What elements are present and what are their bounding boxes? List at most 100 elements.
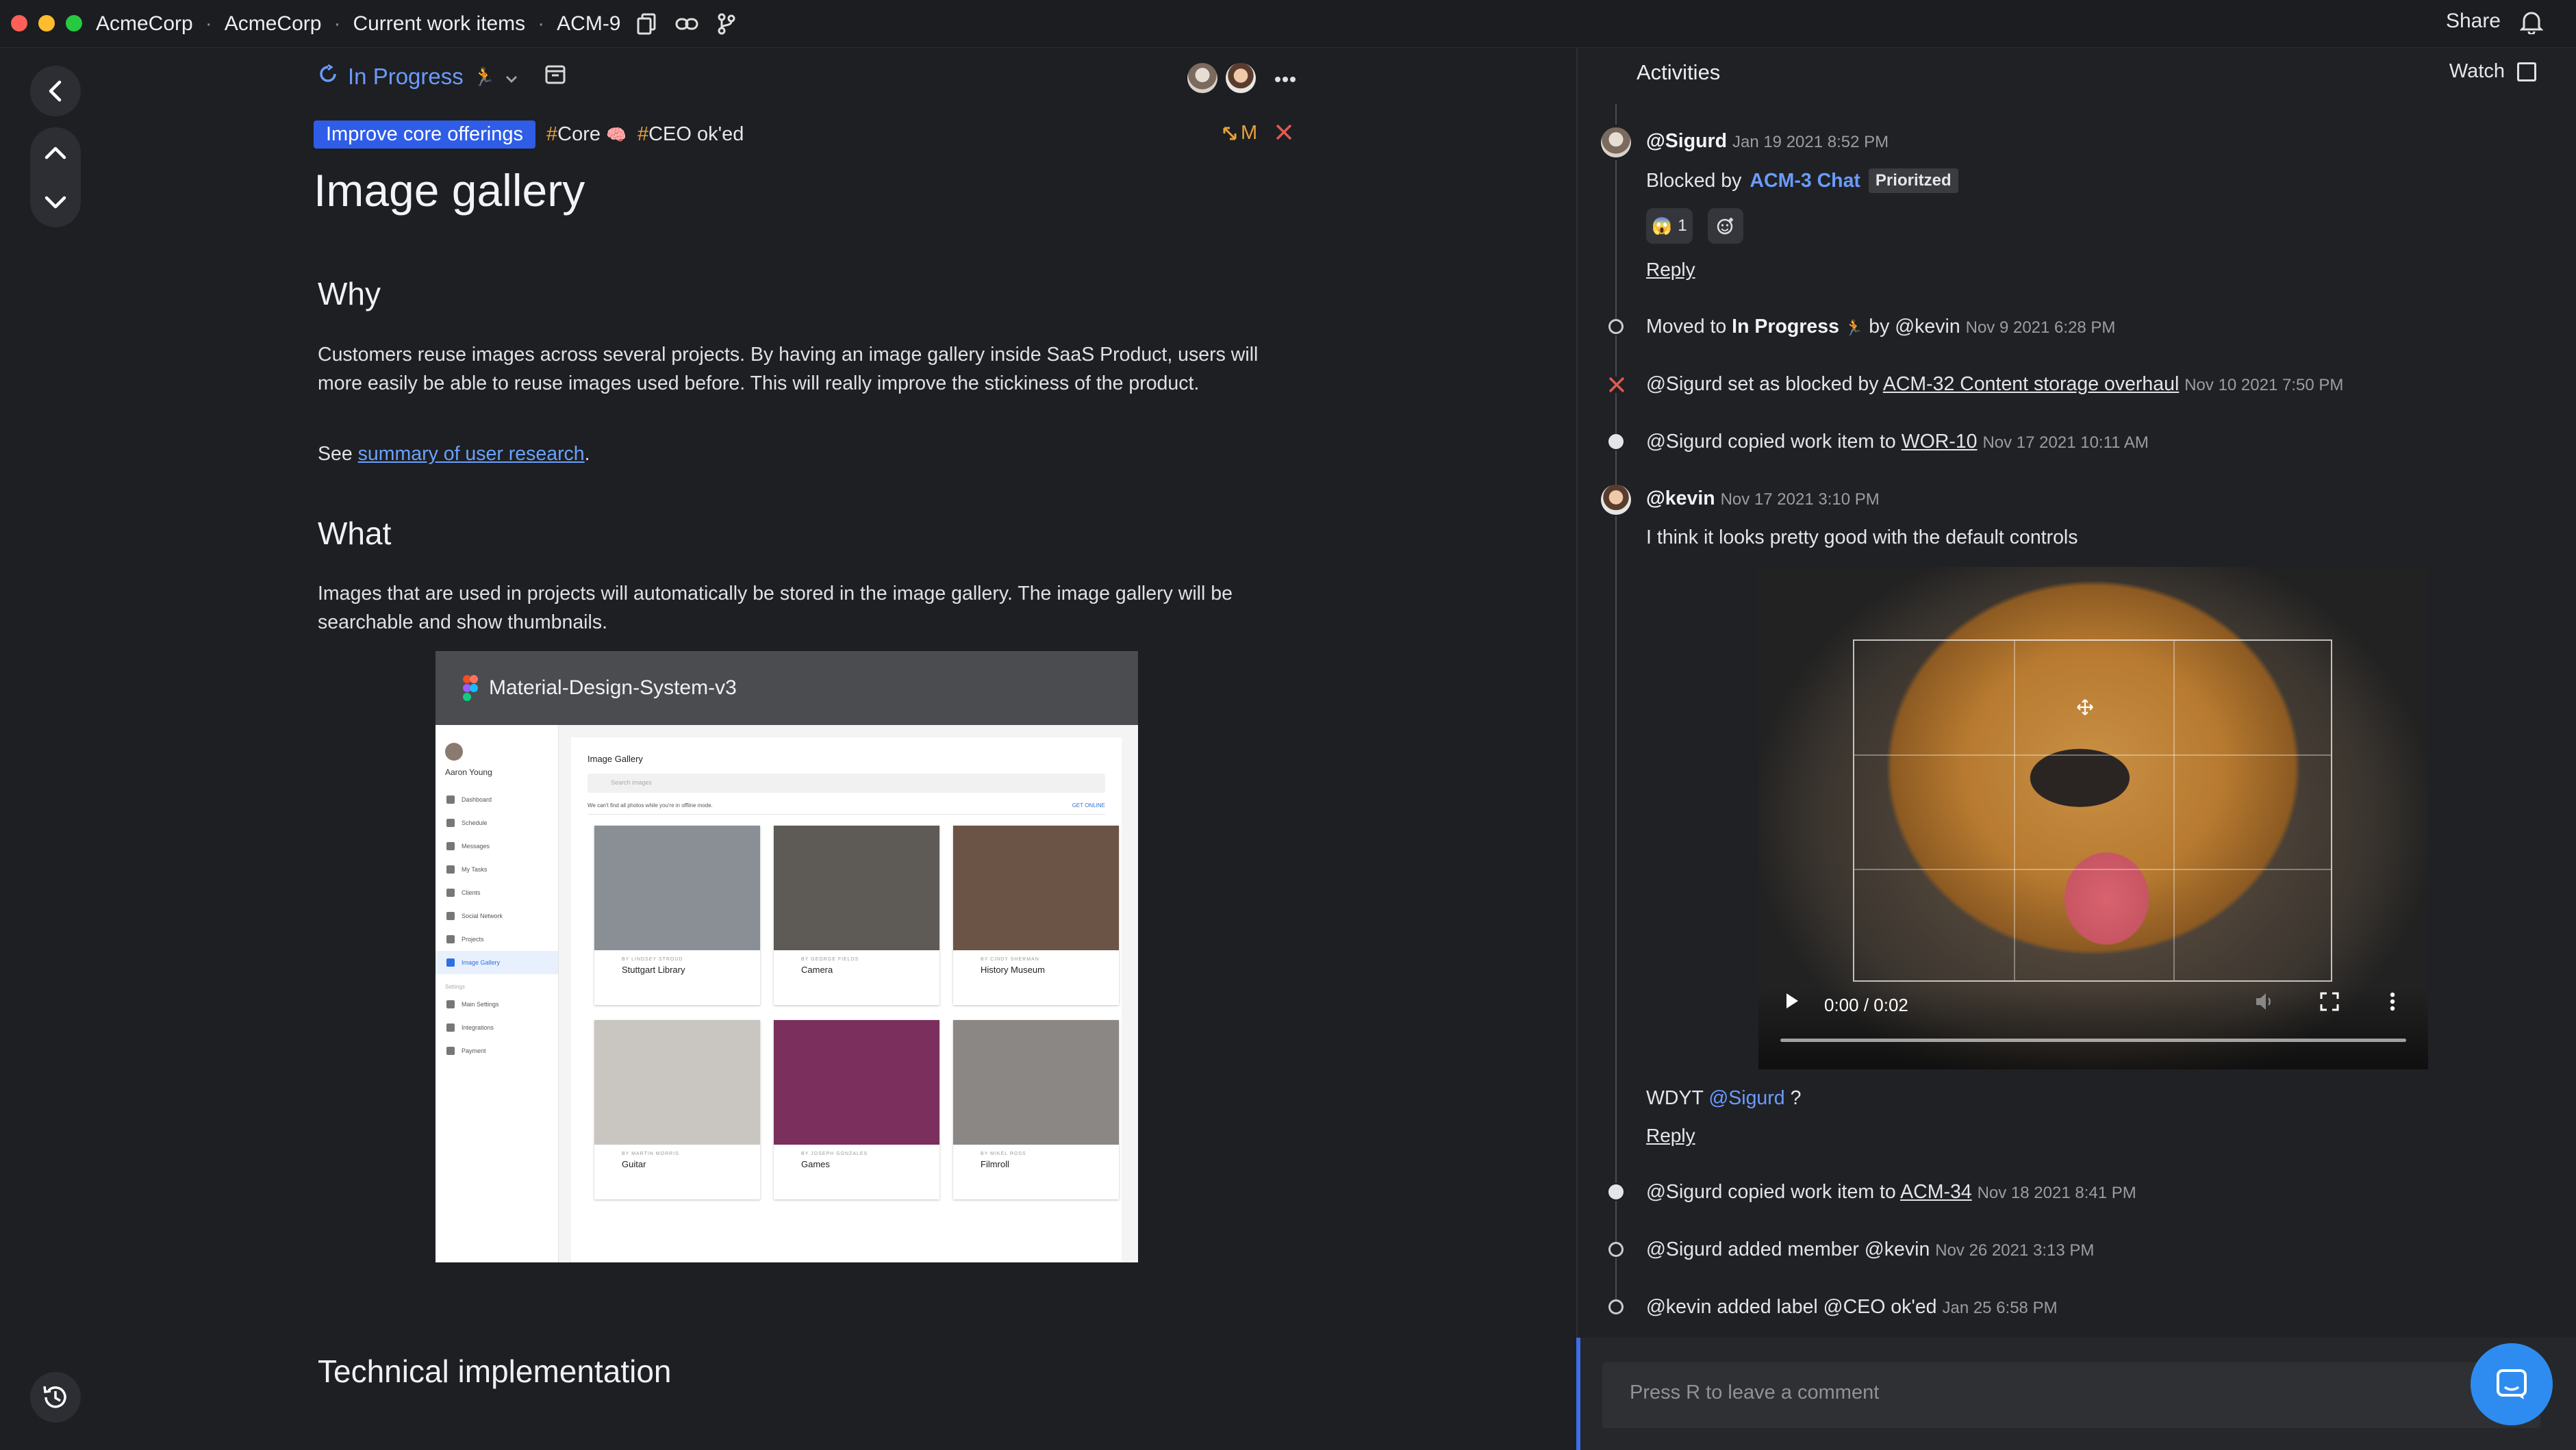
gallery-card: BY JOSEPH GONZALES Games [774, 1020, 939, 1199]
video-time: 0:00 / 0:02 [1824, 995, 1908, 1015]
comment-author[interactable]: @kevin [1646, 487, 1715, 509]
gallery-card-image [953, 826, 1119, 950]
issue-link[interactable]: ACM-32 Content storage overhaul [1883, 373, 2179, 395]
copy-icon[interactable] [633, 10, 661, 38]
more-options-icon[interactable] [1275, 74, 1296, 86]
label-core[interactable]: #Core 🧠 [546, 123, 627, 146]
next-issue-button[interactable] [30, 177, 81, 227]
timeline-line [1615, 104, 1617, 125]
watch-toggle[interactable]: Watch [2449, 60, 2536, 83]
figma-settings-header: Settings [445, 984, 465, 990]
grid-line [2014, 641, 2015, 980]
status-label: In Progress [348, 64, 464, 89]
chevron-down-icon [505, 64, 518, 90]
avatar[interactable] [1226, 63, 1256, 93]
user-research-link[interactable]: summary of user research [358, 443, 585, 465]
link-icon[interactable] [673, 10, 700, 38]
minimize-window-button[interactable] [38, 15, 55, 31]
figma-page-title: Image Gallery [588, 754, 643, 764]
breadcrumb: AcmeCorp · AcmeCorp · Current work items… [96, 7, 740, 41]
figma-gallery-main: Image Gallery Search images We can't fin… [571, 737, 1122, 1262]
timeline-line [1615, 160, 1617, 319]
history-button[interactable] [30, 1372, 81, 1423]
notifications-bell-icon[interactable] [2519, 10, 2544, 38]
figma-nav-item: Messages [435, 835, 558, 858]
why-paragraph: Customers reuse images across several pr… [318, 344, 1259, 394]
add-emoji-icon [1717, 218, 1733, 235]
comment-author[interactable]: @Sigurd [1646, 130, 1727, 152]
assignee-avatars[interactable] [1187, 63, 1256, 93]
figma-nav-item: Clients [435, 881, 558, 904]
previous-issue-button[interactable] [30, 127, 81, 177]
gallery-card: BY LINDSEY STROUD Stuttgart Library [594, 826, 760, 1005]
label-ceo-oked[interactable]: #CEO ok'ed [637, 123, 744, 146]
project-label[interactable]: Improve core offerings [314, 120, 535, 149]
reaction-button[interactable]: 😱 1 [1646, 208, 1693, 244]
video-more-icon[interactable] [2390, 992, 2395, 1015]
reply-link[interactable]: Reply [1646, 1125, 1695, 1147]
timeline-line [1615, 1201, 1617, 1242]
git-branch-icon[interactable] [713, 10, 740, 38]
figma-user-name: Aaron Young [445, 767, 492, 777]
activity-text: @Sigurd added member @kevin [1646, 1238, 1930, 1260]
issue-link[interactable]: ACM-34 [1900, 1181, 1972, 1203]
comment-text: WDYT [1646, 1087, 1704, 1109]
labels-row: Improve core offerings #Core 🧠 #CEO ok'e… [314, 120, 744, 149]
issue-link[interactable]: WOR-10 [1902, 431, 1978, 453]
breadcrumb-item[interactable]: Current work items [353, 12, 525, 36]
close-window-button[interactable] [11, 15, 27, 31]
activity-copied-wor: @Sigurd copied work item to WOR-10 Nov 1… [1646, 431, 2149, 453]
activity-actor: by @kevin [1869, 316, 1960, 338]
avatar[interactable] [1601, 485, 1631, 515]
timestamp: Nov 17 2021 3:10 PM [1720, 490, 1880, 509]
volume-muted-icon[interactable] [2254, 992, 2275, 1015]
estimate-badge[interactable]: M [1222, 122, 1257, 144]
timeline-line [1615, 516, 1617, 1183]
chat-support-button[interactable] [2471, 1343, 2553, 1425]
video-player[interactable]: 0:00 / 0:02 [1758, 567, 2428, 1069]
video-progress-bar[interactable] [1780, 1039, 2406, 1042]
blocked-by-issue-link[interactable]: ACM-3 Chat [1750, 170, 1860, 192]
card-author: BY CINDY SHERMAN [981, 957, 1039, 962]
card-title: Stuttgart Library [622, 965, 685, 975]
estimate-label: M [1241, 122, 1258, 144]
status-emoji: 🏃 [1844, 319, 1864, 336]
reply-link[interactable]: Reply [1646, 259, 1695, 281]
avatar[interactable] [1601, 127, 1631, 157]
mention-link[interactable]: @Sigurd [1708, 1087, 1784, 1109]
play-icon[interactable] [1784, 992, 1800, 1013]
close-icon[interactable] [1275, 123, 1293, 144]
timeline-bullet [1608, 319, 1624, 334]
breadcrumb-separator: · [538, 12, 545, 35]
avatar[interactable] [1187, 63, 1217, 93]
comment-text: I think it looks pretty good with the de… [1646, 526, 2078, 548]
scream-emoji-icon: 😱 [1652, 216, 1673, 236]
crop-overlay[interactable] [1853, 639, 2332, 982]
figma-embed[interactable]: Material-Design-System-v3 Aaron Young Da… [435, 651, 1138, 1262]
status-selector[interactable]: In Progress 🏃 [318, 63, 566, 90]
what-paragraph: Images that are used in projects will au… [318, 583, 1233, 633]
watch-checkbox[interactable] [2517, 62, 2536, 81]
calendar-icon[interactable] [544, 63, 566, 90]
timestamp: Nov 17 2021 10:11 AM [1982, 433, 2149, 452]
grid-line [1854, 754, 2331, 756]
breadcrumb-item[interactable]: AcmeCorp [225, 12, 322, 36]
gallery-card: BY MIKEL ROSS Filmroll [953, 1020, 1119, 1199]
figma-nav-item: Dashboard [435, 788, 558, 811]
status-name: In Progress [1732, 316, 1839, 338]
back-button[interactable] [30, 66, 81, 116]
fullscreen-icon[interactable] [2320, 992, 2339, 1015]
breadcrumb-item[interactable]: ACM-9 [557, 12, 620, 36]
figma-nav-item: Projects [435, 928, 558, 951]
page-title[interactable]: Image gallery [314, 164, 585, 216]
share-button[interactable]: Share [2446, 10, 2501, 33]
breadcrumb-item[interactable]: AcmeCorp [96, 12, 193, 36]
figma-nav-item: My Tasks [435, 858, 558, 881]
add-reaction-button[interactable] [1708, 208, 1743, 244]
card-title: Camera [801, 965, 833, 975]
maximize-window-button[interactable] [66, 15, 82, 31]
move-handle-icon[interactable] [2076, 698, 2094, 720]
comment-input[interactable]: Press R to leave a comment [1602, 1362, 2540, 1428]
issue-navigation [30, 127, 81, 227]
figma-logo-icon [462, 674, 479, 707]
